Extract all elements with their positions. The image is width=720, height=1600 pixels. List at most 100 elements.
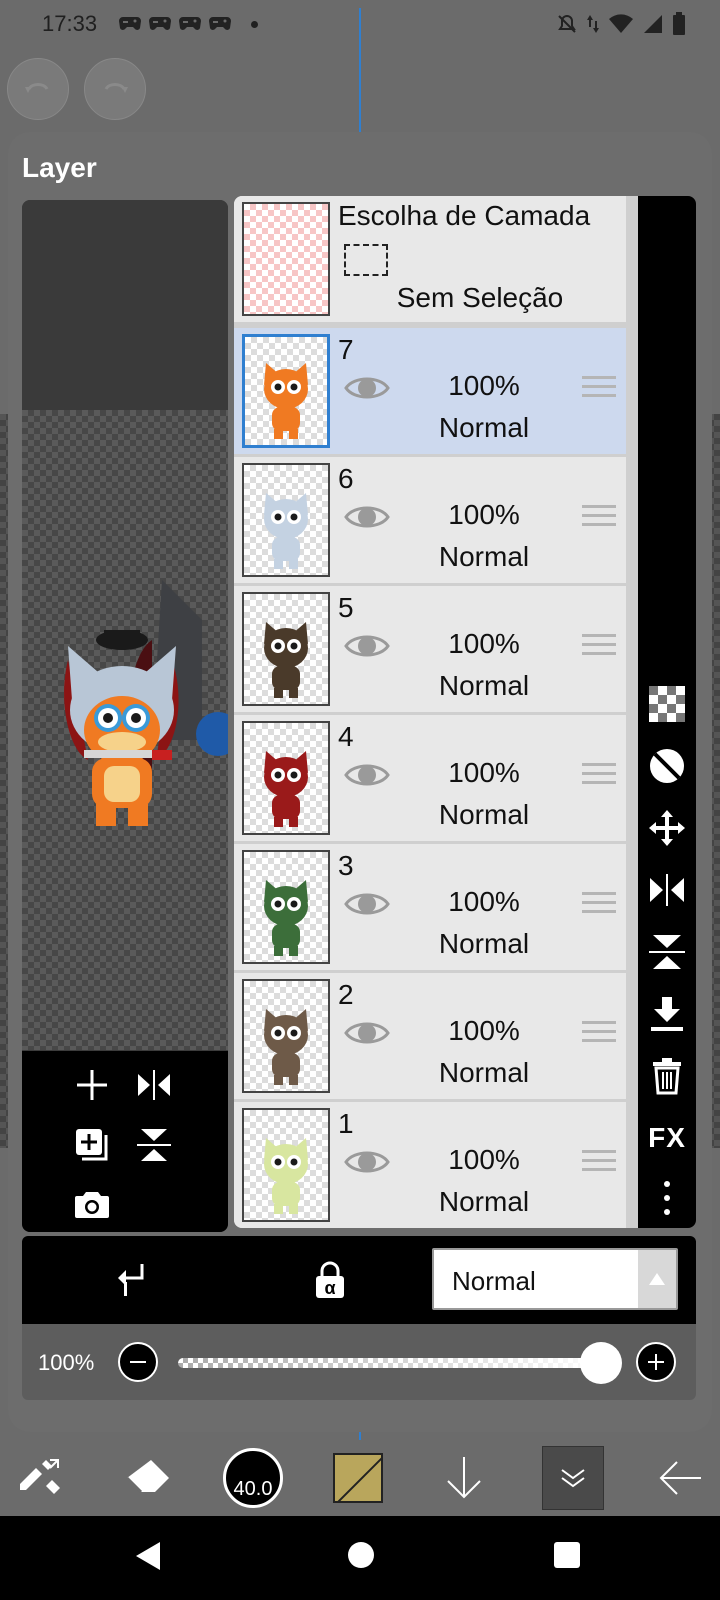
more-notifications-dot	[251, 21, 258, 28]
selection-layer-thumbnail	[242, 202, 330, 316]
flip-layer-vertical-button[interactable]	[134, 1125, 174, 1165]
layer-panel: Layer Escolha de Camada Sem Seleção 7 10…	[8, 132, 712, 1432]
nav-back-button[interactable]	[136, 1542, 160, 1570]
redo-button[interactable]	[84, 58, 146, 120]
undo-icon	[25, 83, 49, 93]
layer-opacity: 100%	[448, 757, 520, 788]
delete-layer-button[interactable]	[647, 1056, 687, 1096]
arrow-down-icon	[447, 1457, 481, 1499]
layer-visibility-toggle[interactable]	[344, 630, 390, 667]
merge-down-button[interactable]	[647, 994, 687, 1034]
layer-visibility-toggle[interactable]	[344, 888, 390, 925]
merge-down-icon	[651, 997, 683, 1031]
brush-size-value: 40.0	[233, 1478, 273, 1500]
undo-button[interactable]	[7, 58, 69, 120]
flip-horizontal-button[interactable]	[647, 870, 687, 910]
layer-visibility-toggle[interactable]	[344, 1017, 390, 1054]
layer-row[interactable]: 3 100% Normal	[234, 844, 626, 970]
opacity-decrease-button[interactable]	[118, 1342, 158, 1382]
eye-icon	[344, 893, 390, 915]
app-toolbar: 40.0	[0, 1440, 720, 1516]
layer-drag-handle[interactable]	[582, 376, 616, 403]
redo-icon	[104, 83, 128, 93]
fx-button[interactable]: FX	[647, 1118, 687, 1158]
opacity-value-label: 100%	[38, 1350, 95, 1375]
clear-layer-button[interactable]	[647, 746, 687, 786]
layer-row[interactable]: 5 100% Normal	[234, 586, 626, 712]
fx-label: FX	[648, 1122, 686, 1153]
layer-row[interactable]: 4 100% Normal	[234, 715, 626, 841]
layer-list[interactable]: Escolha de Camada Sem Seleção 7 100% Norma…	[234, 196, 640, 1228]
move-down-button[interactable]	[434, 1440, 494, 1516]
layer-thumbnail	[242, 334, 330, 448]
layer-character-art	[264, 363, 308, 439]
layer-row[interactable]: 7 100% Normal	[234, 328, 626, 454]
clipping-button[interactable]	[108, 1258, 152, 1302]
blend-mode-select[interactable]: Normal	[432, 1248, 678, 1310]
eye-icon	[344, 1022, 390, 1044]
eraser-button[interactable]	[118, 1440, 178, 1516]
brush-size-indicator: 40.0	[223, 1448, 283, 1508]
layer-drag-handle[interactable]	[582, 1150, 616, 1177]
status-time: 17:33	[42, 11, 98, 36]
eye-icon	[344, 1151, 390, 1173]
more-options-button[interactable]	[647, 1178, 687, 1218]
wifi-icon	[609, 14, 633, 33]
move-layer-button[interactable]	[647, 808, 687, 848]
layer-drag-handle[interactable]	[582, 892, 616, 919]
alpha-lock-button[interactable]: α	[308, 1258, 352, 1302]
layer-thumbnail	[242, 463, 330, 577]
chevron-double-down-icon	[561, 1469, 585, 1488]
camera-button[interactable]	[72, 1185, 112, 1225]
layer-visibility-toggle[interactable]	[344, 759, 390, 796]
layer-drag-handle[interactable]	[582, 763, 616, 790]
nav-recents-button[interactable]	[554, 1542, 580, 1568]
layer-drag-handle[interactable]	[582, 505, 616, 532]
opacity-slider-thumb[interactable]	[580, 1342, 622, 1384]
layer-row[interactable]: 6 100% Normal	[234, 457, 626, 583]
layer-drag-handle[interactable]	[582, 634, 616, 661]
layer-blend-mode: Normal	[438, 412, 530, 443]
layer-visibility-toggle[interactable]	[344, 1146, 390, 1183]
layer-blend-mode: Normal	[438, 670, 530, 701]
layer-drag-handle[interactable]	[582, 1021, 616, 1048]
layer-visibility-toggle[interactable]	[344, 501, 390, 538]
blend-mode-dropdown-arrow[interactable]	[638, 1250, 676, 1308]
layer-row[interactable]: 2 100% Normal	[234, 973, 626, 1099]
game-controller-icon	[179, 17, 201, 30]
eye-icon	[344, 635, 390, 657]
flip-layer-horizontal-button[interactable]	[134, 1065, 174, 1105]
nav-home-button[interactable]	[348, 1542, 374, 1568]
layer-panel-toggle-button[interactable]	[540, 1440, 606, 1516]
blend-mode-bar: α Normal	[22, 1236, 696, 1324]
flip-horizontal-icon	[138, 1070, 170, 1100]
triangle-up-icon	[649, 1273, 665, 1285]
signal-icon	[644, 15, 662, 33]
game-controller-icon	[119, 17, 141, 30]
back-arrow-button[interactable]	[652, 1440, 708, 1516]
mute-icon	[558, 14, 576, 33]
opacity-slider-track[interactable]	[178, 1358, 614, 1368]
checker-icon	[649, 686, 685, 722]
flip-vertical-icon	[137, 1129, 171, 1161]
layer-visibility-toggle[interactable]	[344, 372, 390, 409]
duplicate-layer-button[interactable]	[72, 1125, 112, 1165]
layer-row[interactable]: 1 100% Normal	[234, 1102, 626, 1228]
transparency-button[interactable]	[647, 684, 687, 724]
selection-layer-status: Sem Seleção	[396, 282, 564, 313]
tool-switch-button[interactable]	[10, 1440, 70, 1516]
preview-background	[22, 200, 228, 410]
color-button[interactable]	[330, 1440, 386, 1516]
status-icons	[556, 12, 686, 36]
layer-thumbnail	[242, 979, 330, 1093]
opacity-increase-button[interactable]	[636, 1342, 676, 1382]
flip-vertical-button[interactable]	[647, 932, 687, 972]
layer-character-art	[264, 622, 308, 698]
selection-layer-row[interactable]: Escolha de Camada Sem Seleção	[234, 196, 626, 322]
plus-icon	[648, 1354, 664, 1370]
layer-blend-mode: Normal	[438, 928, 530, 959]
brush-size-button[interactable]: 40.0	[220, 1440, 286, 1516]
panel-title: Layer	[22, 152, 97, 183]
add-layer-button[interactable]	[72, 1065, 112, 1105]
svg-text:α: α	[324, 1278, 335, 1298]
